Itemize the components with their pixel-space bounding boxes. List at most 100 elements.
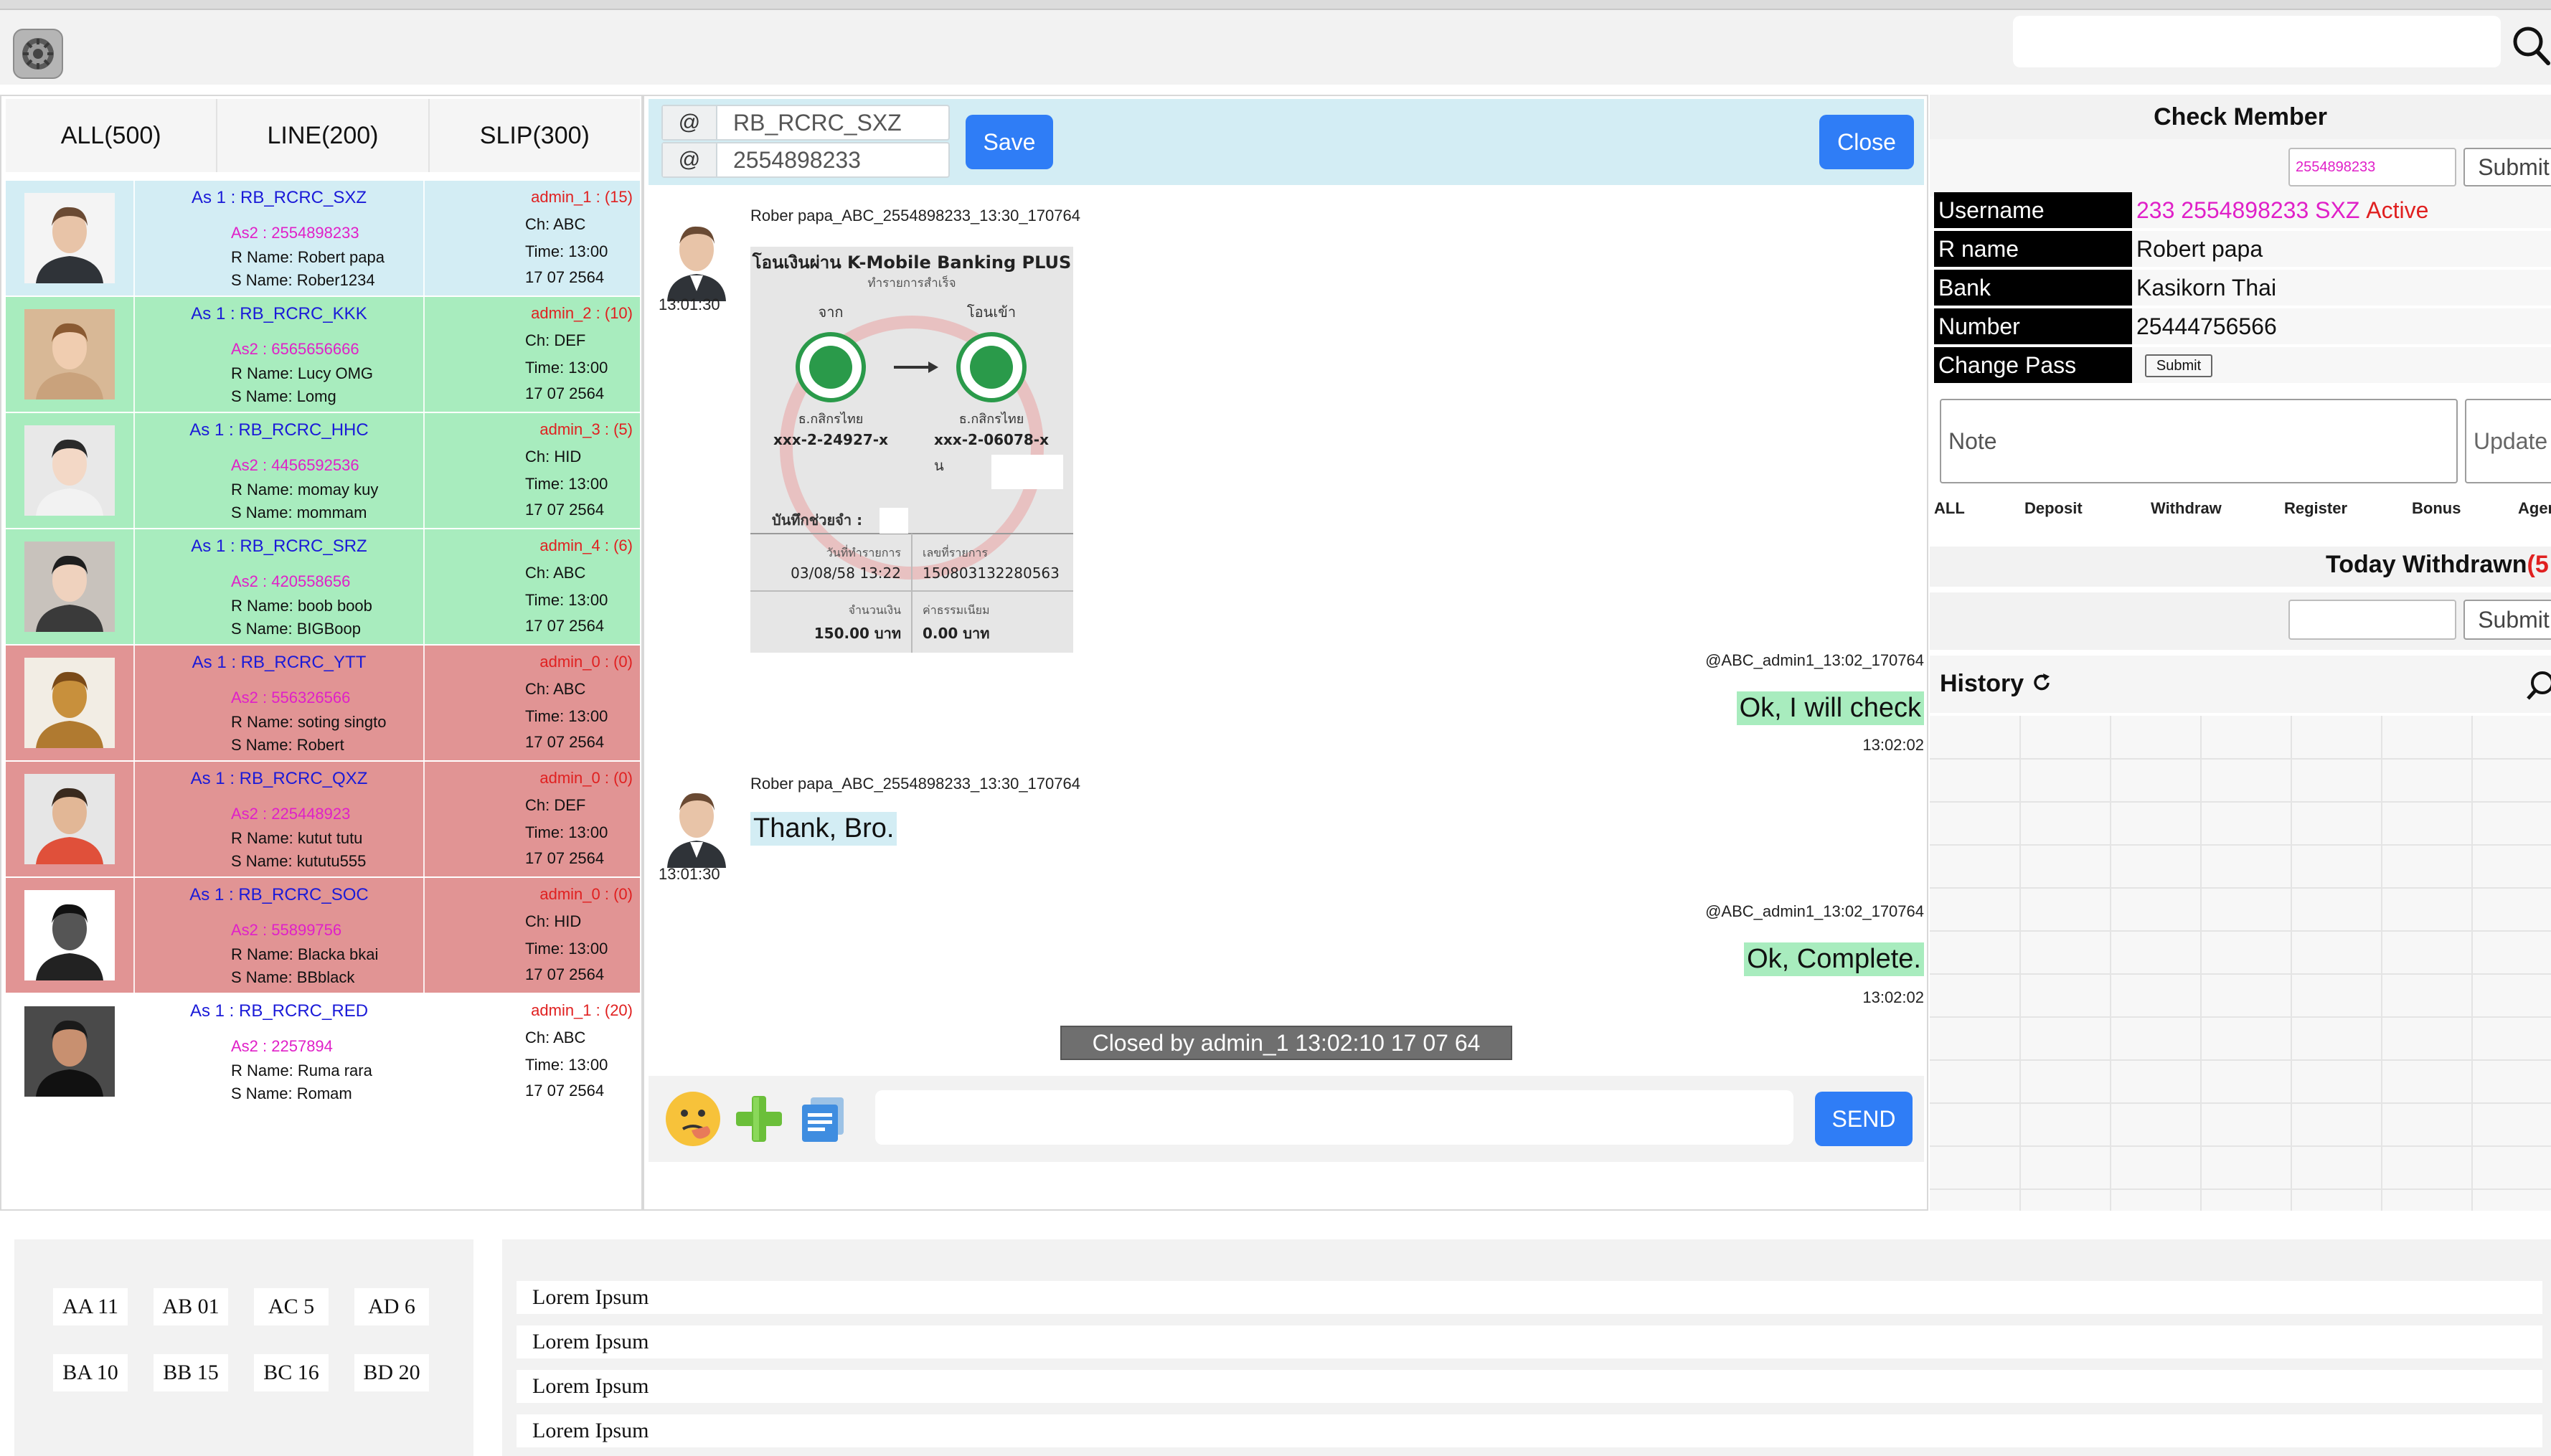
code-chip[interactable]: AA 11	[53, 1288, 128, 1325]
as1-label: As 1 : RB_RCRC_RED	[189, 1001, 369, 1021]
history-search-icon[interactable]	[2527, 668, 2551, 700]
update-button[interactable]: Update	[2465, 399, 2551, 483]
filter-bonus[interactable]: Bonus	[2412, 499, 2461, 518]
today-withdrawn-label: Today Withdrawn	[2326, 551, 2527, 578]
username-value: 233 2554898233 SXZ	[2136, 197, 2360, 223]
filter-withdraw[interactable]: Withdraw	[2151, 499, 2222, 518]
conversation-item[interactable]: As 1 : RB_RCRC_YTT As2 : 556326566 R Name:…	[6, 646, 640, 762]
filter-agent[interactable]: Agent	[2518, 499, 2551, 518]
list-item[interactable]: Lorem Ipsum	[517, 1414, 2542, 1447]
date-label: 17 07 2564	[525, 733, 605, 751]
conversation-item[interactable]: As 1 : RB_RCRC_KKK As2 : 6565656666 R Name…	[6, 297, 640, 413]
admin-label: admin_4 : (6)	[539, 536, 633, 554]
code-chip[interactable]: AD 6	[354, 1288, 429, 1325]
as1-label: As 1 : RB_RCRC_HHC	[189, 420, 369, 440]
conversation-item[interactable]: As 1 : RB_RCRC_SRZ As2 : 420558656 R Name:…	[6, 529, 640, 646]
code-chip[interactable]: BA 10	[53, 1354, 128, 1391]
time-label: Time: 13:00	[525, 707, 608, 725]
slip-fee-label: ค่าธรรมเนียม	[923, 603, 990, 617]
refresh-icon[interactable]	[2031, 672, 2052, 694]
as2-label: As2 : 2554898233	[231, 224, 359, 242]
as1-label: As 1 : RB_RCRC_KKK	[191, 304, 367, 323]
list-item[interactable]: Lorem Ipsum	[517, 1281, 2542, 1314]
time-label: Time: 13:00	[525, 359, 608, 377]
send-button[interactable]: SEND	[1815, 1092, 1913, 1146]
username-field[interactable]: RB_RCRC_SXZ	[717, 106, 948, 139]
code-panel: AA 11 AB 01 AC 5 AD 6 BA 10 BB 15 BC 16 BD 20	[14, 1239, 473, 1456]
info-key: Change Pass	[1934, 347, 2132, 383]
gear-icon	[22, 38, 54, 70]
conversation-meta: admin_3 : (5) Ch: HID Time: 13:00 17 07 256…	[425, 413, 640, 528]
conversation-meta: admin_2 : (10) Ch: DEF Time: 13:00 17 07 25…	[425, 297, 640, 412]
at-addon: @	[663, 143, 717, 176]
tab-line[interactable]: LINE(200)	[217, 99, 430, 172]
code-chip[interactable]: BD 20	[354, 1354, 429, 1391]
avatar-cell	[6, 529, 135, 644]
admin-label: admin_0 : (0)	[539, 769, 633, 787]
avatar	[654, 212, 739, 301]
filter-deposit[interactable]: Deposit	[2024, 499, 2083, 518]
change-pass-submit-button[interactable]: Submit	[2145, 354, 2212, 377]
save-button[interactable]: Save	[966, 115, 1053, 169]
today-withdrawn-submit-button[interactable]: Submit	[2463, 600, 2551, 640]
conversation-item[interactable]: As 1 : RB_RCRC_SXZ As2 : 2554898233 R Name…	[6, 181, 640, 297]
slip-subtitle: ทำรายการสำเร็จ	[867, 275, 956, 290]
avatar-cell	[6, 297, 135, 412]
list-item[interactable]: Lorem Ipsum	[517, 1370, 2542, 1403]
member-submit-button[interactable]: Submit	[2463, 148, 2551, 186]
member-search-bar	[1930, 139, 2551, 197]
info-key: Username	[1934, 192, 2132, 228]
tab-all[interactable]: ALL(500)	[6, 99, 218, 172]
as2-label: As2 : 420558656	[231, 572, 351, 590]
avatar	[654, 779, 739, 868]
member-search-input[interactable]: 2554898233	[2288, 148, 2456, 186]
settings-button[interactable]	[13, 29, 63, 79]
close-button[interactable]: Close	[1819, 115, 1914, 169]
list-item[interactable]: Lorem Ipsum	[517, 1325, 2542, 1358]
rname-label: R Name: momay kuy	[231, 481, 379, 498]
filter-register[interactable]: Register	[2284, 499, 2347, 518]
conversation-item[interactable]: As 1 : RB_RCRC_HHC As2 : 4456592536 R Name…	[6, 413, 640, 529]
sticker-icon[interactable]	[663, 1089, 723, 1149]
check-member-title: Check Member	[1930, 95, 2551, 139]
as1-label: As 1 : RB_RCRC_SOC	[189, 885, 369, 904]
filter-all[interactable]: ALL	[1934, 499, 1965, 518]
conversation-item[interactable]: As 1 : RB_RCRC_RED As2 : 2257894 R Name: R…	[6, 994, 640, 1110]
bank-slip-image[interactable]: โอนเงินผ่าน K-Mobile Banking PLUS ทำรายก…	[750, 247, 1073, 653]
code-chip[interactable]: AB 01	[154, 1288, 228, 1325]
search-icon[interactable]	[2511, 23, 2551, 66]
username-field-group: @ RB_RCRC_SXZ	[661, 105, 950, 141]
info-row-bank: Bank Kasikorn Thai	[1934, 270, 2551, 307]
conversation-item[interactable]: As 1 : RB_RCRC_SOC As2 : 55899756 R Name: …	[6, 878, 640, 994]
date-label: 17 07 2564	[525, 1082, 605, 1100]
template-icon[interactable]	[795, 1092, 849, 1146]
note-input[interactable]: Note	[1940, 399, 2458, 483]
conversation-info: As 1 : RB_RCRC_SOC As2 : 55899756 R Name: …	[135, 878, 425, 993]
add-icon[interactable]	[732, 1092, 786, 1146]
code-chip[interactable]: AC 5	[254, 1288, 329, 1325]
avatar-cell	[6, 413, 135, 528]
conversation-info: As 1 : RB_RCRC_SRZ As2 : 420558656 R Name:…	[135, 529, 425, 644]
info-key: Bank	[1934, 270, 2132, 306]
admin-label: admin_2 : (10)	[531, 304, 633, 322]
conversation-info: As 1 : RB_RCRC_RED As2 : 2257894 R Name: R…	[135, 994, 425, 1109]
message-bubble-outgoing: Ok, Complete.	[1744, 942, 1924, 976]
avatar	[24, 542, 115, 632]
code-chip[interactable]: BB 15	[154, 1354, 228, 1391]
today-withdrawn-title: Today Withdrawn(5	[2326, 551, 2549, 579]
as1-label: As 1 : RB_RCRC_SRZ	[191, 536, 367, 556]
message-input[interactable]	[875, 1090, 1793, 1145]
avatar	[24, 425, 115, 516]
info-value: 233 2554898233 SXZ Active	[2132, 192, 2551, 228]
avatar-cell	[6, 994, 135, 1109]
tab-slip[interactable]: SLIP(300)	[429, 99, 640, 172]
conversation-tabs: ALL(500) LINE(200) SLIP(300)	[6, 99, 640, 172]
top-search-input[interactable]	[2013, 16, 2501, 67]
code-chip[interactable]: BC 16	[254, 1354, 329, 1391]
today-withdrawn-input[interactable]	[2288, 600, 2456, 640]
conversation-item[interactable]: As 1 : RB_RCRC_QXZ As2 : 225448923 R Name:…	[6, 762, 640, 878]
avatar	[24, 890, 115, 980]
number-field[interactable]: 2554898233	[717, 143, 948, 176]
info-row-username: Username 233 2554898233 SXZ Active	[1934, 192, 2551, 230]
slip-date-value: 03/08/58 13:22	[791, 564, 901, 582]
